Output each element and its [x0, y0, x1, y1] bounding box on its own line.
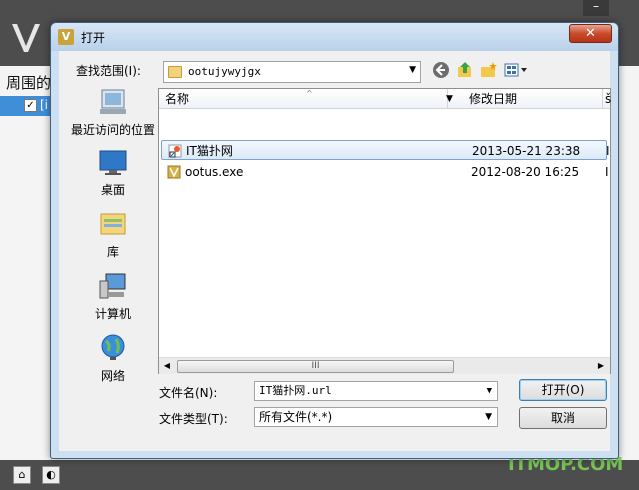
background-minimize-button[interactable]: – — [583, 0, 609, 16]
filename-field[interactable]: IT猫扑网.url ▼ — [254, 381, 498, 401]
home-icon[interactable]: ⌂ — [13, 466, 31, 484]
place-label: 网络 — [100, 369, 125, 383]
file-date: 2012-08-20 16:25 — [471, 165, 580, 179]
file-row[interactable]: IT猫扑网 2013-05-21 23:38 I — [161, 140, 610, 160]
place-label: 桌面 — [100, 183, 125, 197]
column-more[interactable]: š — [603, 89, 611, 109]
scrollbar-thumb[interactable]: III — [177, 360, 454, 373]
folder-icon — [168, 66, 182, 78]
compass-icon[interactable]: ◐ — [42, 466, 60, 484]
place-recent[interactable]: 最近访问的位置 — [67, 87, 159, 147]
library-icon — [100, 213, 126, 235]
place-library[interactable]: 库 — [67, 209, 159, 269]
column-name[interactable]: 名称 ^ ▼ — [159, 89, 453, 109]
filename-label: 文件名(N): — [159, 386, 218, 400]
background-row-label: [i — [40, 98, 49, 112]
file-date: 2013-05-21 23:38 — [472, 144, 581, 158]
chevron-down-icon: ▼ — [409, 65, 416, 75]
app-icon: V — [58, 29, 74, 45]
chevron-down-icon[interactable]: ▼ — [487, 382, 492, 400]
file-row[interactable]: ootus.exe 2012-08-20 16:25 I — [161, 162, 609, 182]
places-bar: 最近访问的位置 桌面 库 计算机 网络 — [67, 87, 159, 442]
close-button[interactable]: ✕ — [569, 24, 612, 43]
column-modified[interactable]: 修改日期 — [463, 89, 603, 109]
open-button[interactable]: 打开(O) — [519, 379, 607, 401]
place-network[interactable]: 网络 — [67, 333, 159, 393]
file-name: IT猫扑网 — [186, 144, 233, 158]
desktop-icon — [99, 150, 127, 175]
column-header: 名称 ^ ▼ 修改日期 š — [159, 89, 611, 109]
app-logo-icon — [12, 24, 40, 52]
filetype-dropdown[interactable]: 所有文件(*.*) ▼ — [254, 407, 498, 427]
sort-up-icon: ^ — [306, 89, 313, 98]
chevron-down-icon[interactable]: ▼ — [485, 408, 492, 426]
background-left-row[interactable]: ✓ [i — [0, 96, 52, 116]
background-left-panel: 周围的 ✓ [i — [0, 66, 52, 460]
up-folder-icon[interactable] — [455, 61, 475, 81]
dialog-body: 查找范围(I): ootujywyjgx ▼ 最近访问的位置 桌面 库 计算机 … — [59, 51, 611, 451]
back-icon[interactable] — [431, 61, 451, 81]
filename-value: IT猫扑网.url — [259, 384, 332, 397]
file-name: ootus.exe — [185, 165, 244, 179]
views-menu-icon[interactable] — [503, 61, 531, 81]
look-in-label: 查找范围(I): — [76, 64, 141, 78]
open-file-dialog: V 打开 ✕ 查找范围(I): ootujywyjgx ▼ 最近访问的位置 桌面… — [50, 22, 619, 459]
horizontal-scrollbar[interactable]: ◀ III ▶ — [159, 357, 610, 374]
scroll-left-icon[interactable]: ◀ — [161, 360, 173, 372]
filetype-label: 文件类型(T): — [159, 412, 228, 426]
exe-icon — [167, 165, 181, 179]
shortcut-icon — [168, 144, 182, 158]
network-icon — [101, 334, 125, 360]
chevron-down-icon[interactable]: ▼ — [446, 89, 453, 109]
place-label: 最近访问的位置 — [70, 123, 155, 137]
file-list: 名称 ^ ▼ 修改日期 š IT猫扑网 2013-05-21 23:38 I oot… — [158, 88, 611, 374]
place-desktop[interactable]: 桌面 — [67, 147, 159, 207]
cancel-button[interactable]: 取消 — [519, 407, 607, 429]
background-left-heading: 周围的 — [6, 74, 52, 92]
computer-icon — [99, 273, 126, 299]
look-in-dropdown[interactable]: ootujywyjgx ▼ — [163, 61, 421, 83]
recent-places-icon — [100, 89, 126, 114]
place-computer[interactable]: 计算机 — [67, 271, 159, 331]
place-label: 计算机 — [94, 307, 131, 321]
place-label: 库 — [106, 245, 119, 259]
file-more: I — [605, 165, 609, 179]
filetype-value: 所有文件(*.*) — [259, 410, 333, 424]
dialog-title: 打开 — [81, 31, 106, 45]
checkbox[interactable]: ✓ — [24, 99, 37, 112]
new-folder-icon[interactable] — [479, 61, 499, 81]
file-more: I — [606, 144, 610, 158]
scroll-right-icon[interactable]: ▶ — [595, 360, 607, 372]
dialog-titlebar[interactable]: V 打开 ✕ — [51, 23, 618, 51]
look-in-value: ootujywyjgx — [188, 65, 261, 78]
